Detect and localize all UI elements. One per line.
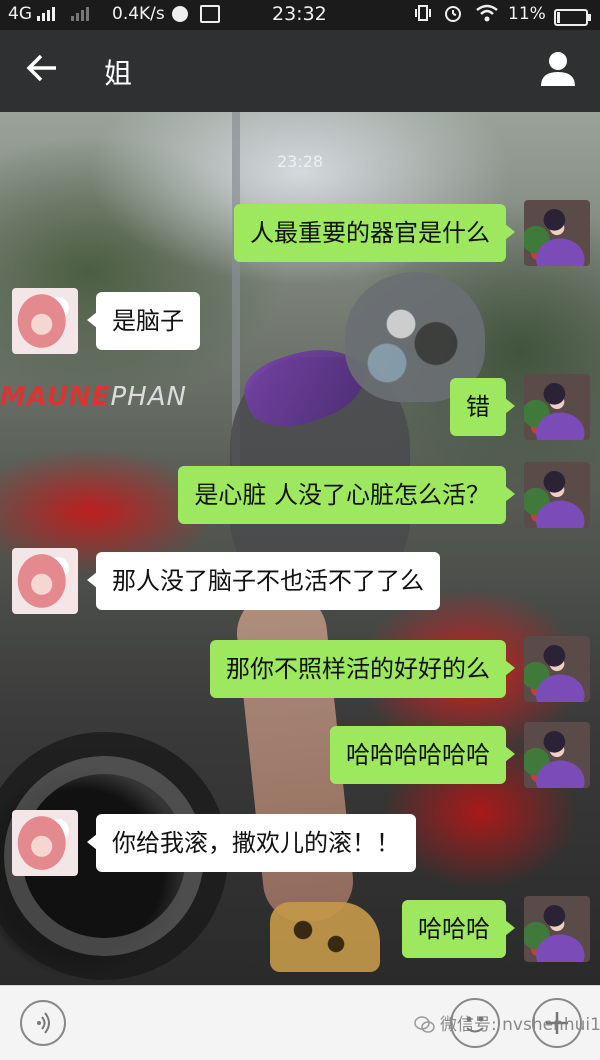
my-avatar[interactable]: [524, 374, 590, 440]
clock: 23:32: [272, 3, 327, 25]
message-bubble[interactable]: 人最重要的器官是什么: [234, 204, 515, 262]
emoji-button[interactable]: [450, 998, 500, 1048]
wifi-icon: [476, 4, 498, 27]
my-avatar[interactable]: [524, 896, 590, 962]
plus-icon: [546, 1012, 568, 1034]
alarm-icon: [444, 4, 462, 27]
network-indicator: 4G: [8, 4, 89, 24]
vibrate-icon: [414, 4, 432, 27]
my-avatar[interactable]: [524, 462, 590, 528]
person-icon: [541, 52, 575, 86]
chat-title: 姐: [104, 57, 134, 90]
input-bar: 微信号: nvshenhui1: [0, 985, 600, 1060]
contact-avatar[interactable]: [12, 548, 78, 614]
message-bubble[interactable]: 那人没了脑子不也活不了了么: [87, 552, 440, 610]
network-speed: 0.4K/s: [112, 4, 165, 24]
emoji-icon: [466, 1016, 484, 1033]
more-button[interactable]: [532, 998, 582, 1048]
contact-avatar[interactable]: [12, 810, 78, 876]
status-bar: 4G 0.4K/s 23:32 11%: [0, 0, 600, 30]
background-photo-watermark: MAUNEPHAN: [0, 382, 187, 412]
message-bubble[interactable]: 那你不照样活的好好的么: [210, 640, 515, 698]
message-bubble[interactable]: 哈哈哈哈哈哈: [330, 726, 515, 784]
message-bubble[interactable]: 是脑子: [87, 292, 200, 350]
my-avatar[interactable]: [524, 200, 590, 266]
voice-button[interactable]: [20, 1000, 66, 1046]
battery-percent: 11%: [508, 4, 546, 24]
voice-icon: [37, 1012, 50, 1034]
message-timestamp: 23:28: [276, 152, 324, 171]
my-avatar[interactable]: [524, 722, 590, 788]
sim-icon: [200, 4, 220, 24]
back-button[interactable]: [22, 48, 62, 88]
signal-secondary-icon: [70, 7, 89, 21]
chat-info-button[interactable]: [538, 48, 578, 88]
contact-avatar[interactable]: [12, 288, 78, 354]
arrow-left-icon: [26, 54, 56, 82]
wechat-icon: [414, 1016, 435, 1033]
message-bubble[interactable]: 错: [450, 378, 515, 436]
network-type: 4G: [8, 4, 32, 24]
message-bubble[interactable]: 你给我滚，撒欢儿的滚！！: [87, 814, 416, 872]
signal-icon: [37, 7, 56, 21]
chat-area[interactable]: MAUNEPHAN 23:28 人最重要的器官是什么 是脑子 错 是心脏 人没了…: [0, 112, 600, 985]
battery-icon: [554, 7, 591, 27]
chat-header: 姐: [0, 30, 600, 112]
browser-icon: [172, 4, 188, 24]
my-avatar[interactable]: [524, 636, 590, 702]
background-photo-shoe: [270, 902, 380, 972]
message-bubble[interactable]: 是心脏 人没了心脏怎么活？: [178, 466, 515, 524]
message-bubble[interactable]: 哈哈哈: [402, 900, 515, 958]
